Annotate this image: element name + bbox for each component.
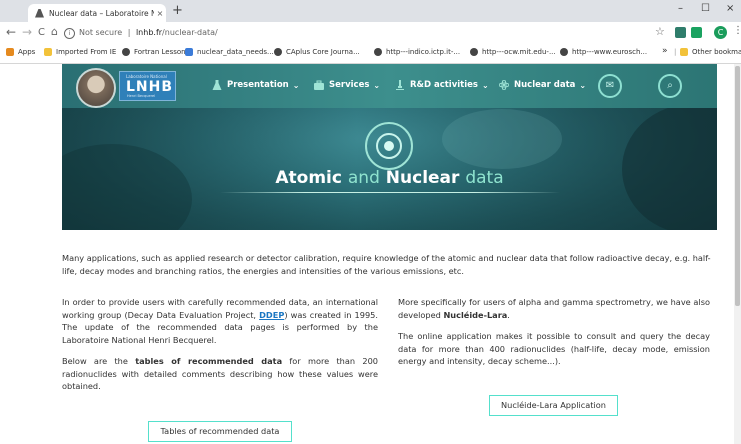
microscope-icon <box>396 80 404 90</box>
text: . <box>507 309 510 320</box>
globe-icon <box>122 48 130 56</box>
tab-title: Nuclear data – Laboratoire Natio <box>49 8 154 18</box>
hero-title-word: Nuclear <box>385 168 460 188</box>
lnhb-logo[interactable]: Laboratoire National LNHB Henri Becquere… <box>119 71 176 101</box>
info-icon[interactable]: i <box>64 28 75 39</box>
nav-nuclear-data[interactable]: Nuclear data ⌄ <box>499 80 586 90</box>
url-path: /nuclear-data/ <box>162 28 218 37</box>
security-label: Not secure <box>79 28 123 37</box>
online-app-paragraph: The online application makes it possible… <box>398 331 710 366</box>
hero-title-word: and <box>347 168 380 188</box>
folder-icon <box>680 48 688 56</box>
bookmarks-bar: Apps Imported From IE Fortran Lesson nuc… <box>0 44 741 64</box>
nav-services[interactable]: Services ⌄ <box>314 80 380 90</box>
url-host: lnhb.fr <box>135 28 163 37</box>
nav-label: Services <box>329 80 370 90</box>
bookmark-star-icon[interactable]: ☆ <box>655 25 665 38</box>
hero-title-word: Atomic <box>275 168 342 188</box>
right-column: More specifically for users of alpha and… <box>398 296 710 377</box>
home-button[interactable]: ⌂ <box>51 25 58 38</box>
bookmark-apps[interactable]: Apps <box>6 48 35 56</box>
nav-rd-activities[interactable]: R&D activities ⌄ <box>395 80 489 90</box>
scrollbar-thumb[interactable] <box>735 66 740 306</box>
bookmarks-overflow-button[interactable]: » <box>662 46 668 56</box>
ddep-link[interactable]: DDEP <box>259 310 284 320</box>
chevron-down-icon: ⌄ <box>481 80 489 90</box>
globe-icon <box>374 48 382 56</box>
extension-icon[interactable] <box>675 27 686 38</box>
logo-big-text: LNHB <box>126 79 174 95</box>
apps-grid-icon <box>6 48 14 56</box>
extension-grid-icon[interactable] <box>691 27 702 38</box>
browser-menu-icon[interactable]: ⋮ <box>733 25 741 36</box>
bookmark-item[interactable]: CAplus Core Journa... <box>274 48 360 56</box>
bookmark-item[interactable]: http---ocw.mit.edu-... <box>470 48 556 56</box>
atom-emblem-core <box>384 141 394 151</box>
logo-sub-text: Henri Becquerel <box>127 94 156 98</box>
hero-banner: Laboratoire National LNHB Henri Becquere… <box>62 64 717 230</box>
bookmark-item[interactable]: Fortran Lesson <box>122 48 186 56</box>
text: Below are the <box>62 356 128 366</box>
search-icon[interactable]: ⌕ <box>658 74 682 98</box>
globe-icon <box>470 48 478 56</box>
chevron-down-icon: ⌄ <box>373 80 381 90</box>
bookmarks-divider: | <box>674 48 677 56</box>
bookmark-item[interactable]: Imported From IE <box>44 48 116 56</box>
globe-icon <box>560 48 568 56</box>
tables-of-recommended-data-button[interactable]: Tables of recommended data <box>148 421 292 442</box>
back-button[interactable]: ← <box>6 25 16 39</box>
profile-avatar[interactable]: C <box>714 26 727 39</box>
hero-title-word: data <box>465 168 504 188</box>
reload-button[interactable]: C <box>38 27 45 38</box>
bookmark-other[interactable]: Other bookmarks <box>680 48 741 56</box>
bold-text: Nucléide-Lara <box>443 309 508 320</box>
tab-strip: Nuclear data – Laboratoire Natio × + – ☐… <box>0 0 741 22</box>
document-icon <box>185 48 193 56</box>
mail-icon[interactable]: ✉ <box>598 74 622 98</box>
hero-decoration <box>442 109 562 169</box>
nucleide-paragraph: More specifically for users of alpha and… <box>398 296 710 321</box>
site-navbar: Laboratoire National LNHB Henri Becquere… <box>62 64 717 108</box>
nav-label: Presentation <box>227 80 289 90</box>
atom-icon <box>499 80 509 90</box>
globe-icon <box>274 48 282 56</box>
bookmark-item[interactable]: nuclear_data_needs... <box>185 48 274 56</box>
chevron-down-icon: ⌄ <box>292 80 300 90</box>
left-column: In order to provide users with carefully… <box>62 296 378 402</box>
address-bar[interactable]: Not secure | lnhb.fr/nuclear-data/ <box>79 28 218 37</box>
url-separator: | <box>127 28 131 37</box>
new-tab-button[interactable]: + <box>172 3 183 18</box>
maximize-button[interactable]: ☐ <box>701 3 710 14</box>
intro-paragraph: Many applications, such as applied resea… <box>62 253 711 276</box>
bookmark-item[interactable]: http---indico.ictp.it-... <box>374 48 460 56</box>
folder-icon <box>44 48 52 56</box>
nav-label: Nuclear data <box>514 80 576 90</box>
atom-emblem-icon <box>365 122 413 170</box>
becquerel-portrait-logo[interactable] <box>76 68 116 108</box>
ddep-paragraph: In order to provide users with carefully… <box>62 296 378 346</box>
page-scrollbar[interactable] <box>734 64 741 444</box>
nav-presentation[interactable]: Presentation ⌄ <box>212 80 299 90</box>
tab-close-icon[interactable]: × <box>154 9 166 18</box>
hero-underline <box>220 192 560 193</box>
browser-tab[interactable]: Nuclear data – Laboratoire Natio × <box>28 4 166 22</box>
site-favicon-icon <box>35 8 44 18</box>
minimize-button[interactable]: – <box>678 3 683 14</box>
tables-paragraph: Below are the tables of recommended data… <box>62 355 378 393</box>
bold-text: tables of recommended data <box>135 356 283 366</box>
browser-toolbar: ← → C ⌂ i Not secure | lnhb.fr/nuclear-d… <box>0 22 741 44</box>
bookmark-item[interactable]: http---www.eurosch... <box>560 48 647 56</box>
flask-icon <box>212 80 222 90</box>
briefcase-icon <box>314 80 324 90</box>
chevron-down-icon: ⌄ <box>579 80 587 90</box>
nav-label: R&D activities <box>410 80 478 90</box>
hero-title: Atomic and Nuclear data <box>62 168 717 188</box>
nucleide-lara-application-button[interactable]: Nucléide-Lara Application <box>489 395 618 416</box>
close-window-button[interactable]: × <box>726 3 734 14</box>
forward-button[interactable]: → <box>22 25 32 39</box>
